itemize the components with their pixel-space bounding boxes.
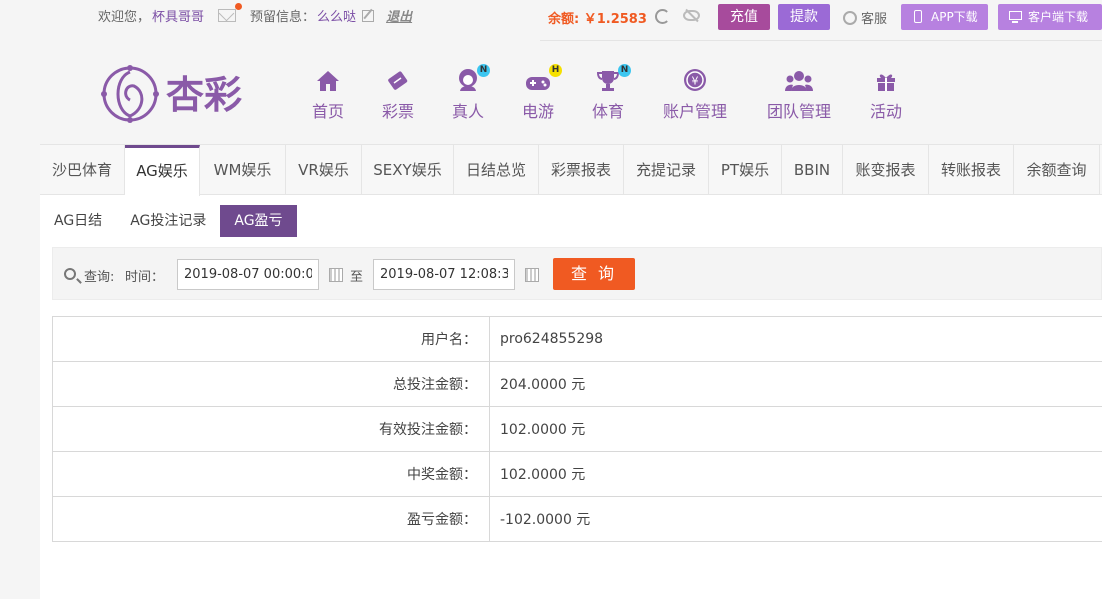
table-row: 用户名： pro624855298 bbox=[52, 316, 1102, 362]
time-label: 时间： bbox=[125, 270, 165, 285]
nav-live[interactable]: N 真人 bbox=[451, 64, 490, 122]
tab-saba-sports[interactable]: 沙巴体育 bbox=[40, 145, 125, 195]
nav-label: 团队管理 bbox=[766, 102, 831, 121]
end-date-input[interactable] bbox=[373, 259, 515, 290]
logo-text: 杏彩 bbox=[166, 73, 242, 117]
app-download-button[interactable]: APP下载 bbox=[901, 4, 988, 30]
unread-dot bbox=[235, 3, 243, 10]
nav-label: 电游 bbox=[521, 102, 554, 121]
mail-icon[interactable] bbox=[218, 3, 243, 22]
search-bar: 查询: 时间： 至 查 询 bbox=[52, 247, 1102, 300]
table-row: 盈亏金额： -102.0000 元 bbox=[52, 496, 1102, 542]
phone-icon bbox=[914, 10, 922, 23]
nav-label: 活动 bbox=[869, 102, 902, 121]
app-download-label: APP下载 bbox=[931, 10, 978, 24]
profit-summary-table: 用户名： pro624855298 总投注金额： 204.0000 元 有效投注… bbox=[52, 316, 1102, 542]
to-label: 至 bbox=[350, 270, 364, 285]
table-row: 中奖金额： 102.0000 元 bbox=[52, 451, 1102, 497]
table-row: 总投注金额： 204.0000 元 bbox=[52, 361, 1102, 407]
tab-lottery-report[interactable]: 彩票报表 bbox=[539, 145, 624, 195]
tab-bbin[interactable]: BBIN bbox=[782, 145, 843, 195]
row-label: 用户名： bbox=[52, 316, 490, 362]
home-icon bbox=[317, 71, 339, 91]
gift-icon bbox=[877, 74, 895, 91]
nav-label: 首页 bbox=[311, 102, 344, 121]
subtab-ag-profit[interactable]: AG盈亏 bbox=[220, 205, 297, 237]
table-row: 有效投注金额： 102.0000 元 bbox=[52, 406, 1102, 452]
account-icon: ¥ bbox=[684, 69, 706, 91]
report-card: 沙巴体育 AG娱乐 WM娱乐 VR娱乐 SEXY娱乐 日结总览 彩票报表 充提记… bbox=[40, 144, 1102, 599]
withdraw-button[interactable]: 提款 bbox=[778, 4, 830, 30]
nav-label: 账户管理 bbox=[662, 102, 727, 121]
desktop-icon bbox=[1009, 11, 1022, 23]
subtab-ag-daily[interactable]: AG日结 bbox=[40, 205, 116, 237]
new-badge: N bbox=[477, 64, 490, 77]
nav-team[interactable]: 团队管理 bbox=[765, 66, 833, 122]
nav-label: 彩票 bbox=[381, 102, 414, 121]
service-icon bbox=[843, 10, 857, 25]
row-label: 总投注金额： bbox=[52, 361, 490, 407]
tab-ag[interactable]: AG娱乐 bbox=[125, 145, 200, 196]
calendar-icon[interactable] bbox=[329, 268, 343, 282]
client-download-label: 客户端下载 bbox=[1028, 10, 1089, 24]
tab-wm[interactable]: WM娱乐 bbox=[200, 145, 286, 195]
balance-text: 余额: ￥1.2583 bbox=[548, 12, 647, 27]
tab-daily-overview[interactable]: 日结总览 bbox=[454, 145, 539, 195]
nav-home[interactable]: 首页 bbox=[311, 66, 345, 122]
tab-account-changes[interactable]: 账变报表 bbox=[843, 145, 929, 195]
query-label: 查询: bbox=[84, 270, 115, 285]
top-bar: 欢迎您， 杯具哥哥 预留信息： 么么哒 退出 余额: ￥1.2583 充值 提款… bbox=[0, 0, 1102, 40]
trophy-icon bbox=[596, 71, 620, 91]
row-value: 102.0000 元 bbox=[489, 406, 1102, 452]
nav-promotions[interactable]: 活动 bbox=[869, 66, 903, 122]
reserve-value: 么么哒 bbox=[317, 10, 357, 25]
site-logo[interactable]: 杏彩 bbox=[100, 64, 260, 124]
client-download-button[interactable]: 客户端下载 bbox=[998, 4, 1102, 30]
subtab-ag-bets[interactable]: AG投注记录 bbox=[116, 205, 220, 237]
service-label: 客服 bbox=[861, 12, 888, 27]
row-value: 204.0000 元 bbox=[489, 361, 1102, 407]
nav-label: 体育 bbox=[591, 102, 624, 121]
nav-lottery[interactable]: 彩票 bbox=[381, 66, 415, 122]
welcome-area: 欢迎您， 杯具哥哥 预留信息： 么么哒 退出 bbox=[98, 3, 412, 25]
row-value: pro624855298 bbox=[489, 316, 1102, 362]
nav-sports[interactable]: N 体育 bbox=[591, 64, 631, 122]
sub-tabs: AG日结 AG投注记录 AG盈亏 bbox=[40, 205, 297, 237]
svg-text:¥: ¥ bbox=[692, 75, 699, 88]
reserve-label: 预留信息： bbox=[250, 10, 316, 25]
hot-badge: H bbox=[549, 64, 562, 77]
start-date-input[interactable] bbox=[177, 259, 319, 290]
row-label: 盈亏金额： bbox=[52, 496, 490, 542]
row-label: 中奖金额： bbox=[52, 451, 490, 497]
row-label: 有效投注金额： bbox=[52, 406, 490, 452]
ticket-icon bbox=[388, 71, 408, 90]
row-value: -102.0000 元 bbox=[489, 496, 1102, 542]
top-divider bbox=[540, 40, 1102, 41]
row-value: 102.0000 元 bbox=[489, 451, 1102, 497]
tab-vr[interactable]: VR娱乐 bbox=[286, 145, 362, 195]
report-tabs: 沙巴体育 AG娱乐 WM娱乐 VR娱乐 SEXY娱乐 日结总览 彩票报表 充提记… bbox=[40, 144, 1102, 196]
tab-balance-query[interactable]: 余额查询 bbox=[1014, 145, 1100, 195]
query-button[interactable]: 查 询 bbox=[553, 258, 635, 290]
tab-transfer-report[interactable]: 转账报表 bbox=[929, 145, 1014, 195]
logout-link[interactable]: 退出 bbox=[386, 6, 412, 25]
tab-pt[interactable]: PT娱乐 bbox=[709, 145, 782, 195]
tab-deposit-withdraw[interactable]: 充提记录 bbox=[624, 145, 709, 195]
new-badge: N bbox=[618, 64, 631, 77]
customer-service-link[interactable]: 客服 bbox=[843, 8, 887, 27]
refresh-icon[interactable] bbox=[655, 9, 670, 24]
tab-sexy[interactable]: SEXY娱乐 bbox=[362, 145, 454, 195]
nav-account[interactable]: ¥ 账户管理 bbox=[661, 66, 729, 122]
username-link[interactable]: 杯具哥哥 bbox=[152, 6, 204, 25]
team-icon bbox=[785, 71, 813, 91]
nav-label: 真人 bbox=[451, 102, 484, 121]
search-icon bbox=[64, 268, 76, 280]
nav-egame[interactable]: H 电游 bbox=[521, 64, 562, 122]
calendar-icon[interactable] bbox=[525, 268, 539, 282]
welcome-text: 欢迎您， bbox=[98, 10, 151, 25]
edit-icon[interactable] bbox=[362, 9, 375, 22]
recharge-button[interactable]: 充值 bbox=[718, 4, 770, 30]
gamepad-icon bbox=[526, 77, 550, 90]
hide-balance-icon[interactable] bbox=[683, 10, 700, 21]
